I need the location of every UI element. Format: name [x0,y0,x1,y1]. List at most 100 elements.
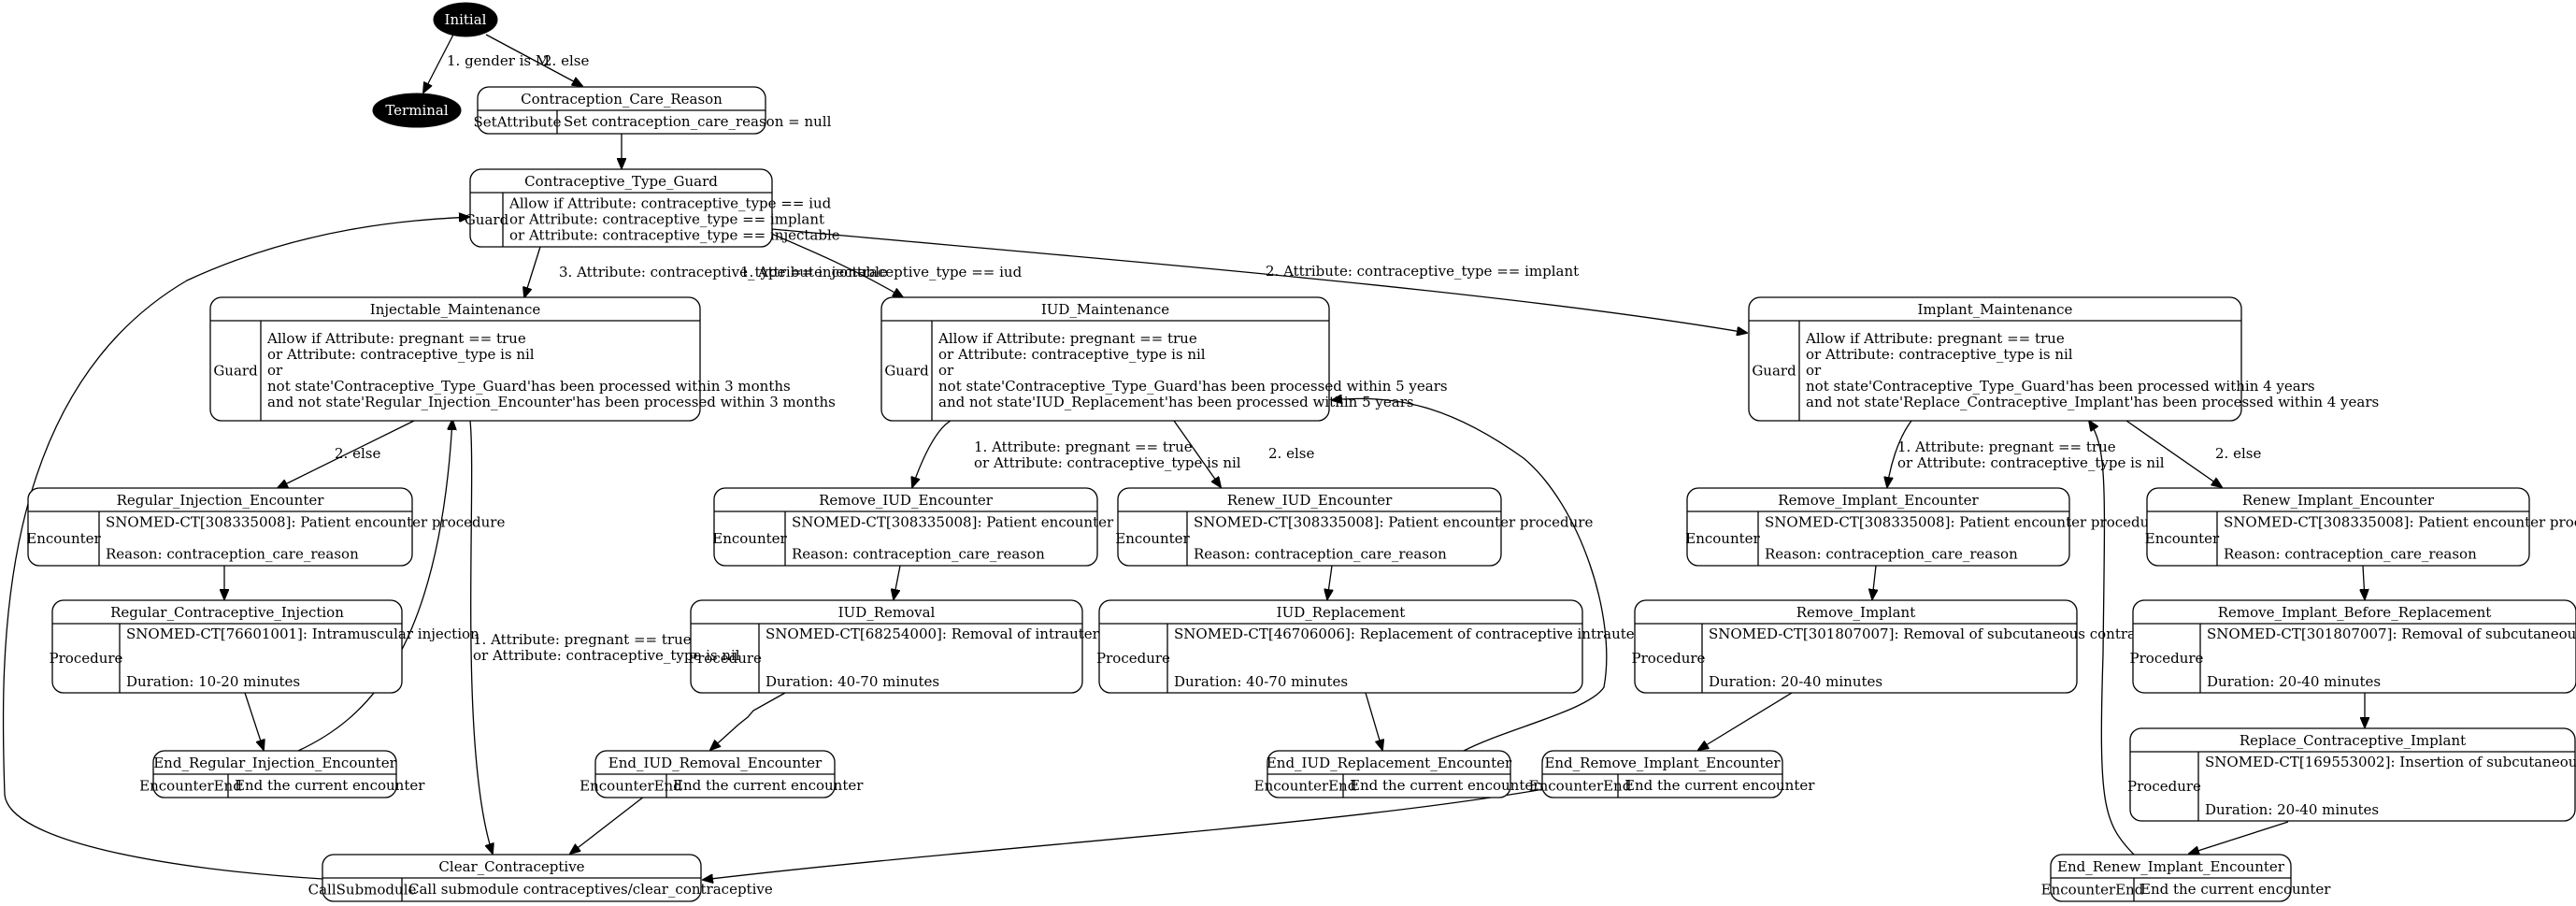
node-detail-line: Allow if Attribute: pregnant == true [1805,330,2065,347]
node-detail: Allow if Attribute: contraceptive_type =… [508,195,840,244]
state-node-injectable-maintenance[interactable]: Injectable_Maintenance Guard Allow if Attr… [209,296,836,422]
state-node-terminal[interactable]: Terminal [372,93,462,128]
transition-label-line: 3. Attribute: contraceptive_type == inje… [559,264,888,280]
state-node-end-renew-implant-encounter[interactable]: End_Renew_Implant_Encounter EncounterEndE… [2041,854,2332,902]
node-detail-line: not state'Contraceptive_Type_Guard'has b… [1806,378,2315,395]
state-node-replace-contraceptive-implant[interactable]: Replace_Contraceptive_Implant ProcedureSN… [2127,727,2576,822]
transition-end-iud-replacement-encounter-to-iud-maintenance[interactable] [1332,398,1608,752]
state-node-remove-implant-before-replacement[interactable]: Remove_Implant_Before_Replacement Procedu… [2130,599,2576,694]
node-detail-line: or Attribute: contraceptive_type is nil [938,346,1206,363]
node-detail-line: Duration: 20-40 minutes [1709,673,1882,690]
transition-remove-implant-to-end-remove-implant-encounter[interactable] [1698,692,1793,750]
node-detail: End the current encounter [2140,881,2331,898]
node-label: Terminal [385,102,449,119]
node-type-label: EncounterEnd [580,778,682,795]
node-type-label: Encounter [712,530,787,547]
node-detail: End the current encounter [1350,777,1540,794]
transition-end-regular-injection-encounter-to-injectable-maintenance[interactable] [297,420,452,752]
node-detail: Call submodule contraceptives/clear_cont… [408,881,773,898]
transition-iud-maintenance-to-remove-iud-encounter[interactable] [912,420,952,487]
transition-label: 2. else [2215,445,2261,462]
node-title: Contraceptive_Type_Guard [524,173,718,190]
state-node-end-iud-removal-encounter[interactable]: End_IUD_Removal_Encounter EncounterEndEnd… [580,750,864,798]
node-detail-line: SNOMED-CT[308335008]: Patient encounter … [2224,514,2576,531]
node-detail-line: SNOMED-CT[46706006]: Replacement of cont… [1174,626,1713,642]
node-title: Remove_IUD_Encounter [819,492,994,509]
node-title: Implant_Maintenance [1918,301,2073,318]
state-node-end-remove-implant-encounter[interactable]: End_Remove_Implant_Encounter EncounterEnd… [1529,750,1816,798]
transition-label-line: 2. else [335,445,380,462]
transition-regular-contraceptive-injection-to-end-regular-injection-encounter[interactable] [244,692,264,750]
node-detail-line: or Attribute: contraceptive_type is nil [1806,346,2073,363]
node-detail-line: Reason: contraception_care_reason [792,546,1045,563]
node-type-label: Guard [1752,363,1796,380]
node-title: IUD_Maintenance [1041,301,1169,318]
node-detail-line: Reason: contraception_care_reason [106,546,359,563]
node-detail: End the current encounter [235,777,425,794]
node-detail-line: not state'Contraceptive_Type_Guard'has b… [938,378,1448,395]
state-node-regular-contraceptive-injection[interactable]: Regular_Contraceptive_Injection Procedure… [50,599,479,694]
state-node-end-regular-injection-encounter[interactable]: End_Regular_Injection_Encounter Encounter… [139,750,425,798]
transition-contraceptive-type-guard-to-injectable-maintenance[interactable] [524,246,541,297]
node-type-label: Encounter [1685,530,1760,547]
node-title: Renew_IUD_Encounter [1227,492,1393,509]
state-node-contraceptive-type-guard[interactable]: Contraceptive_Type_Guard GuardAllow if At… [465,168,840,248]
node-detail-line: Duration: 10-20 minutes [126,673,300,690]
node-type-label: EncounterEnd [1254,778,1357,795]
transition-label: 1. Attribute: pregnant == true or Attribu… [1897,439,2165,471]
node-detail-line [126,657,131,674]
node-title: End_Renew_Implant_Encounter [2057,858,2285,875]
node-detail-line: or [938,362,954,379]
node-detail-line [1709,657,1713,674]
node-detail-line [1765,530,1769,547]
state-node-iud-replacement[interactable]: IUD_ReplacementProcedureSNOMED-CT[467060… [1096,599,1713,694]
node-type-label: EncounterEnd [1529,778,1632,795]
state-node-contraception-care-reason[interactable]: Contraception_Care_Reason SetAttribute Set… [474,86,832,135]
transition-label: 2. else [543,52,589,69]
state-node-clear-contraceptive[interactable]: Clear_Contraceptive CallSubmoduleCall sub… [308,854,773,902]
state-node-regular-injection-encounter[interactable]: Regular_Injection_Encounter Encounter SNOM… [26,487,505,567]
state-node-renew-implant-encounter[interactable]: Renew_Implant_Encounter EncounterSNOMED-C… [2145,487,2576,567]
state-node-end-iud-replacement-encounter[interactable]: End_IUD_Replacement_Encounter EncounterEn… [1254,750,1541,798]
transition-label: 1. gender is M [447,52,550,69]
transition-label: 2. else [335,445,380,462]
transition-label-line: 1. Attribute: pregnant == true [1897,439,2116,455]
node-title: Injectable_Maintenance [370,301,541,318]
transition-replace-contraceptive-implant-to-end-renew-implant-encounter[interactable] [2189,821,2289,854]
transition-label: 1. Attribute: pregnant == true or Attribu… [974,439,1241,471]
node-type-label: Procedure [1632,650,1706,667]
node-type-label: Procedure [2127,778,2201,795]
state-node-remove-implant-encounter[interactable]: Remove_Implant_Encounter Encounter SNOMED-… [1685,487,2164,567]
transition-iud-replacement-to-end-iud-replacement-encounter[interactable] [1365,692,1382,750]
node-detail-line [126,641,131,658]
node-detail-line: SNOMED-CT[308335008]: Patient encounter … [106,514,505,531]
state-node-implant-maintenance[interactable]: Implant_Maintenance Guard Allow if Attribu… [1748,296,2379,422]
node-detail-line: SNOMED-CT[301807007]: Removal of subcuta… [2207,626,2576,642]
transition-label-line: or Attribute: contraceptive_type is nil [473,647,740,664]
transition-iud-removal-to-end-iud-removal-encounter[interactable] [710,692,786,750]
transition-label: 3. Attribute: contraceptive_type == inje… [559,264,888,280]
node-title: End_IUD_Removal_Encounter [608,755,823,771]
transition-renew-iud-encounter-to-iud-replacement[interactable] [1327,565,1332,599]
transition-remove-implant-encounter-to-remove-implant[interactable] [1872,565,1876,599]
state-node-iud-maintenance[interactable]: IUD_Maintenance Guard Allow if Attribute: … [880,296,1448,422]
node-detail-line: SNOMED-CT[76601001]: Intramuscular injec… [126,626,479,642]
node-detail-line: or Attribute: contraceptive_type == impl… [509,211,824,228]
node-title: Replace_Contraceptive_Implant [2240,732,2466,749]
transition-label-line: 1. Attribute: pregnant == true [974,439,1193,455]
node-detail-line: SNOMED-CT[308335008]: Patient encounter … [1765,514,2164,531]
node-detail-line: and not state'IUD_Replacement'has been p… [938,394,1414,410]
node-type-label: Guard [465,211,509,228]
transition-renew-implant-encounter-to-remove-implant-before-replacement[interactable] [2363,565,2365,599]
node-detail-line: and not state'Regular_Injection_Encounte… [267,394,836,410]
node-detail-line [2205,785,2210,802]
node-type-label: Encounter [2145,530,2220,547]
node-detail-line: Allow if Attribute: pregnant == true [937,330,1197,347]
state-node-renew-iud-encounter[interactable]: Renew_IUD_Encounter EncounterSNOMED-CT[30… [1115,487,1593,567]
node-type-label: Encounter [26,530,101,547]
transition-remove-iud-encounter-to-iud-removal[interactable] [894,565,901,599]
node-title: Remove_Implant [1796,604,1915,621]
transition-label: 2. else [1268,445,1314,462]
node-type-label: Encounter [1115,530,1190,547]
state-node-initial[interactable]: Initial [433,2,498,37]
